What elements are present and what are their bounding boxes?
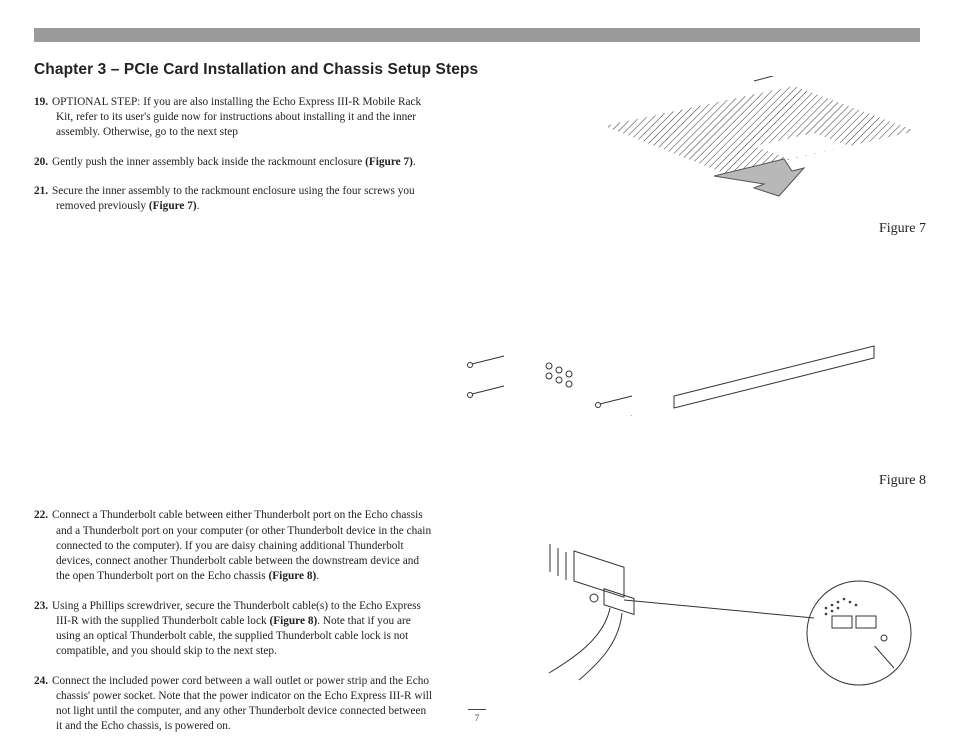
step-22: 22.Connect a Thunderbolt cable between e… — [56, 508, 434, 584]
steps-list-2: 22.Connect a Thunderbolt cable between e… — [34, 508, 434, 734]
step-20: 20.Gently push the inner assembly back i… — [56, 155, 434, 170]
step-24: 24.Connect the included power cord betwe… — [56, 674, 434, 735]
steps-list-1: 19.OPTIONAL STEP: If you are also instal… — [34, 95, 434, 215]
page-number: 7 — [468, 709, 486, 724]
step-21: 21.Secure the inner assembly to the rack… — [56, 184, 434, 215]
header-bar — [34, 28, 920, 42]
figure-8: Figure 8 — [454, 458, 926, 688]
step-19: 19.OPTIONAL STEP: If you are also instal… — [56, 95, 434, 141]
figure-7: Figure 7 — [454, 76, 926, 416]
step-23: 23.Using a Phillips screwdriver, secure … — [56, 599, 434, 660]
instruction-column: 19.OPTIONAL STEP: If you are also instal… — [34, 95, 434, 735]
figure-8-label: Figure 8 — [879, 472, 926, 491]
figure-7-label: Figure 7 — [879, 220, 926, 239]
